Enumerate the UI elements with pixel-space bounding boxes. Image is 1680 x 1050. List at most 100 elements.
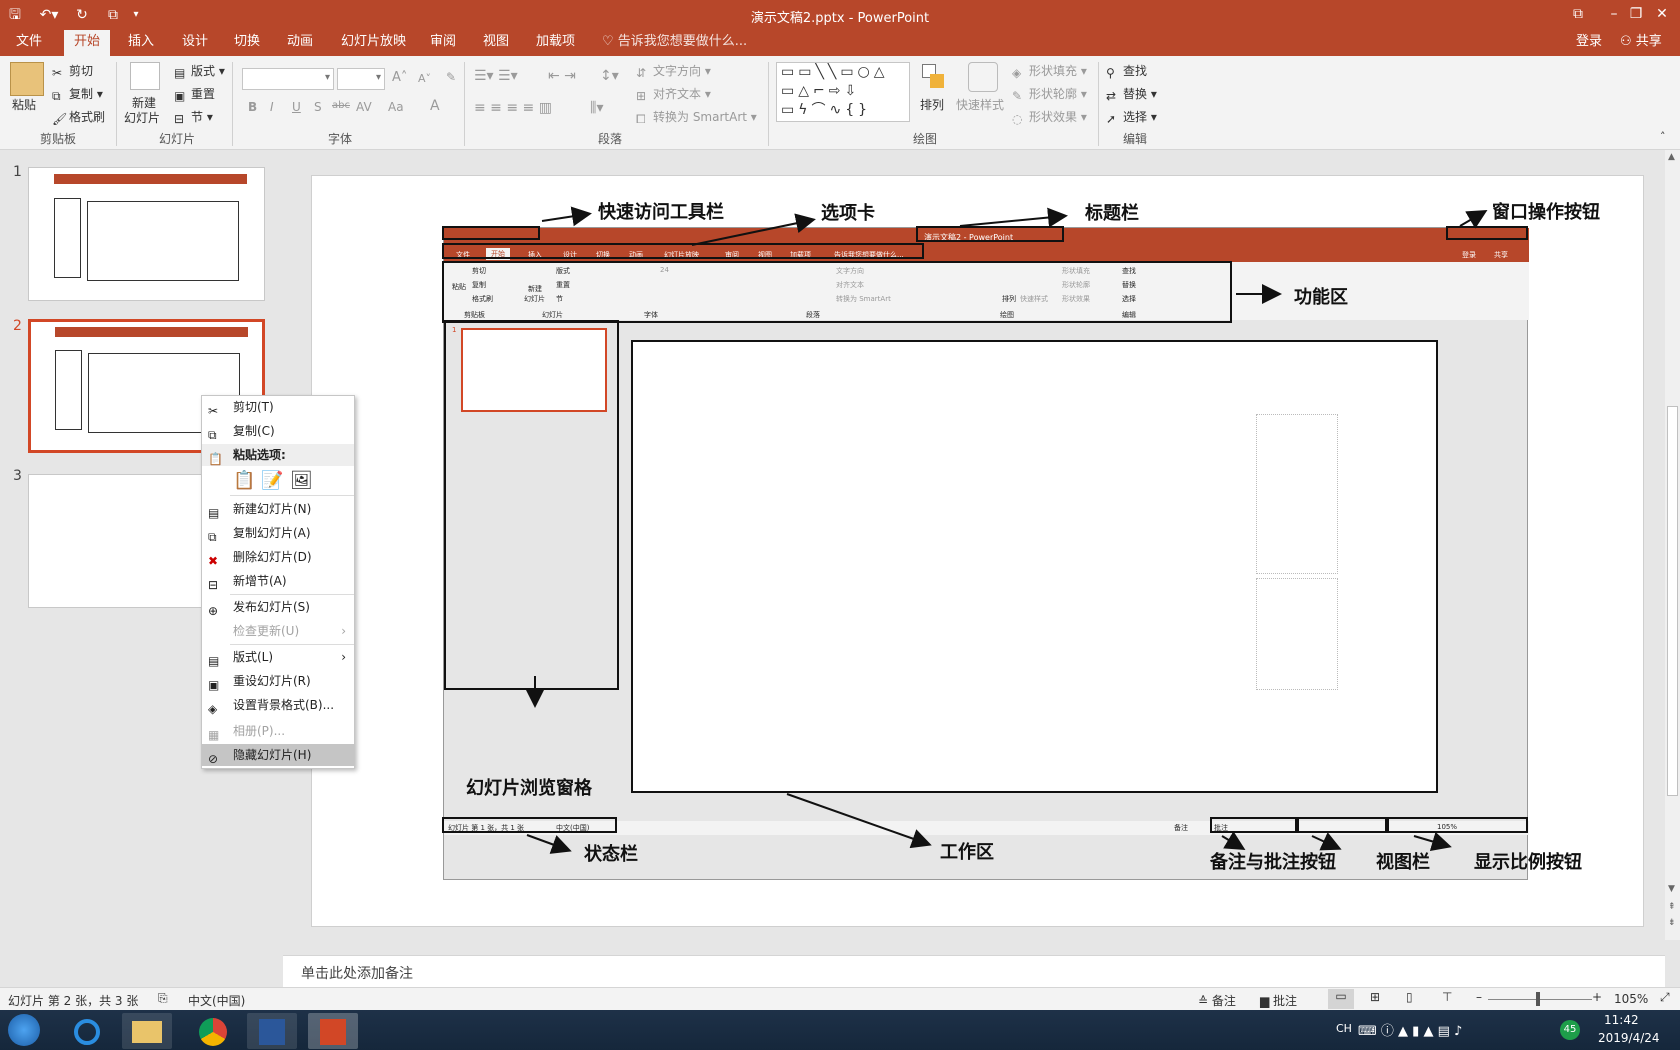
ribbon-display-options-icon[interactable]: ⧉	[1560, 0, 1596, 30]
file-explorer-icon[interactable]	[122, 1013, 172, 1049]
tab-review[interactable]: 审阅	[420, 30, 466, 56]
notes-toggle-button[interactable]: ≙ 备注	[1198, 992, 1236, 1009]
indent-icon[interactable]: ⇤ ⇥	[548, 68, 576, 84]
menu-item-cut[interactable]: ✂ 剪切(T)	[202, 396, 354, 418]
character-spacing-button[interactable]: AV	[356, 100, 372, 114]
tab-file[interactable]: 文件	[6, 30, 52, 56]
font-color-button[interactable]: A	[430, 98, 440, 114]
line-spacing-icon[interactable]: ↕▾	[600, 68, 619, 84]
reading-view-icon[interactable]: ▯	[1406, 990, 1413, 1004]
tab-view[interactable]: 视图	[473, 30, 519, 56]
tray-badge[interactable]: 45	[1560, 1020, 1580, 1040]
find-button[interactable]: ⚲ 查找	[1106, 62, 1147, 80]
zoom-level[interactable]: 105%	[1614, 992, 1648, 1006]
normal-view-icon[interactable]: ▭	[1328, 989, 1354, 1009]
zoom-in-icon[interactable]: +	[1592, 990, 1602, 1004]
menu-item-new-slide[interactable]: ▤ 新建幻灯片(N)	[202, 498, 354, 520]
menu-item-delete-slide[interactable]: ✖ 删除幻灯片(D)	[202, 546, 354, 568]
input-language[interactable]: CH	[1336, 1022, 1352, 1035]
redo-icon[interactable]: ↻	[72, 4, 92, 26]
tell-me-search[interactable]: ♡ 告诉我您想要做什么...	[592, 30, 757, 56]
tab-addins[interactable]: 加载项	[526, 30, 585, 56]
customize-qat-icon[interactable]: ▾	[130, 4, 142, 26]
bold-button[interactable]: B	[248, 100, 257, 114]
slideshow-view-icon[interactable]: ⊤	[1442, 990, 1452, 1004]
smartart-button[interactable]: ⧠ 转换为 SmartArt ▾	[636, 108, 757, 126]
select-button[interactable]: ➚ 选择 ▾	[1106, 108, 1157, 126]
notes-pane[interactable]: 单击此处添加备注	[283, 955, 1665, 987]
align-text-button[interactable]: ⊞ 对齐文本 ▾	[636, 85, 711, 103]
slide-count-status[interactable]: 幻灯片 第 2 张，共 3 张	[8, 992, 138, 1009]
bullets-icon[interactable]: ☰▾ ☰▾	[474, 68, 518, 84]
new-slide-button-line2[interactable]: 幻灯片	[124, 109, 160, 126]
arrange-icon[interactable]	[920, 62, 948, 90]
share-button[interactable]: ⚇ 共享	[1610, 30, 1672, 56]
present-from-start-icon[interactable]: ⧉	[102, 4, 124, 26]
reset-button[interactable]: ▣ 重置	[174, 85, 215, 103]
shape-effects-button[interactable]: ◌ 形状效果 ▾	[1012, 108, 1087, 126]
slide-sorter-view-icon[interactable]: ⊞	[1370, 990, 1380, 1004]
shape-outline-button[interactable]: ✎ 形状轮廓 ▾	[1012, 85, 1087, 103]
arrange-button[interactable]: 排列	[920, 96, 944, 113]
language-status[interactable]: 中文(中国)	[188, 992, 245, 1009]
chrome-icon[interactable]	[188, 1013, 238, 1049]
scroll-thumb[interactable]	[1667, 406, 1678, 796]
font-name-combo[interactable]	[242, 68, 334, 90]
shadow-button[interactable]: S	[314, 100, 322, 114]
tray-icons[interactable]: ⌨ ⓘ ▲ ▮ ▲ ▤ ♪	[1358, 1020, 1462, 1039]
comments-toggle-button[interactable]: ▆ 批注	[1260, 992, 1297, 1009]
paste-button[interactable]: 粘贴	[12, 96, 36, 113]
sign-in-button[interactable]: 登录	[1566, 30, 1612, 56]
clear-formatting-icon[interactable]: ✎	[446, 70, 456, 84]
undo-icon[interactable]: ↶▾	[34, 4, 64, 26]
collapse-ribbon-icon[interactable]: ˄	[1660, 130, 1666, 143]
tab-home[interactable]: 开始	[64, 30, 111, 56]
menu-item-copy[interactable]: ⧉ 复制(C)	[202, 420, 354, 442]
clock-date[interactable]: 2019/4/24	[1598, 1031, 1660, 1045]
zoom-out-icon[interactable]: –	[1476, 990, 1482, 1004]
fit-to-window-icon[interactable]: ⤢	[1660, 990, 1670, 1005]
italic-button[interactable]: I	[270, 100, 274, 114]
shapes-gallery[interactable]: ▭▭╲╲▭○△ ▭△⌐⇨⇩ ▭ϟ⌒∿{}	[776, 62, 910, 122]
quick-styles-icon[interactable]	[968, 62, 998, 92]
word-icon[interactable]	[247, 1013, 297, 1049]
tab-transitions[interactable]: 切换	[224, 30, 270, 56]
strikethrough-button[interactable]: abc	[332, 100, 350, 111]
clock-time[interactable]: 11:42	[1604, 1013, 1639, 1027]
vertical-scrollbar[interactable]: ▲ ▼ ⇞ ⇟	[1665, 150, 1680, 940]
menu-item-reset-slide[interactable]: ▣ 重设幻灯片(R)	[202, 670, 354, 692]
layout-button[interactable]: ▤ 版式 ▾	[174, 62, 225, 80]
tab-insert[interactable]: 插入	[118, 30, 164, 56]
scroll-down-icon[interactable]: ▼	[1668, 884, 1675, 894]
powerpoint-icon[interactable]	[308, 1013, 358, 1049]
underline-button[interactable]: U	[292, 100, 301, 114]
replace-button[interactable]: ⇄ 替换 ▾	[1106, 85, 1157, 103]
slide-canvas[interactable]: 演示文稿2 - PowerPoint 文件 开始 插入 设计 切换 动画 幻灯片…	[311, 175, 1644, 927]
menu-item-publish-slides[interactable]: ⊕ 发布幻灯片(S)	[202, 596, 354, 618]
menu-item-add-section[interactable]: ⊟ 新增节(A)	[202, 570, 354, 592]
close-icon[interactable]: ✕	[1644, 0, 1680, 30]
section-button[interactable]: ⊟ 节 ▾	[174, 108, 213, 126]
windows-start-icon[interactable]	[8, 1014, 40, 1046]
menu-item-duplicate-slide[interactable]: ⧉ 复制幻灯片(A)	[202, 522, 354, 544]
previous-slide-icon[interactable]: ⇞	[1668, 902, 1676, 912]
paste-option-icons[interactable]: 📋📝🖼	[233, 470, 319, 491]
paste-icon[interactable]	[10, 62, 44, 96]
scroll-up-icon[interactable]: ▲	[1668, 152, 1675, 162]
next-slide-icon[interactable]: ⇟	[1668, 918, 1676, 928]
quick-styles-button[interactable]: 快速样式	[956, 96, 1004, 113]
new-slide-icon[interactable]	[130, 62, 160, 90]
align-icons[interactable]: ≡ ≡ ≡ ≡ ▥	[474, 100, 552, 116]
change-case-button[interactable]: Aa	[388, 100, 404, 114]
menu-item-format-background[interactable]: ◈ 设置背景格式(B)...	[202, 694, 354, 716]
zoom-slider[interactable]	[1488, 999, 1592, 1000]
menu-item-layout[interactable]: ▤ 版式(L) ›	[202, 646, 354, 668]
copy-button[interactable]: ⧉ 复制 ▾	[52, 85, 103, 103]
cut-button[interactable]: ✂ 剪切	[52, 62, 93, 80]
tab-slideshow[interactable]: 幻灯片放映	[331, 30, 416, 56]
shrink-font-button[interactable]: A˅	[418, 72, 431, 85]
font-size-combo[interactable]	[337, 68, 385, 90]
menu-item-hide-slide[interactable]: ⊘ 隐藏幻灯片(H)	[202, 744, 354, 766]
grow-font-button[interactable]: A˄	[392, 70, 407, 85]
zoom-slider-thumb[interactable]	[1536, 992, 1540, 1006]
